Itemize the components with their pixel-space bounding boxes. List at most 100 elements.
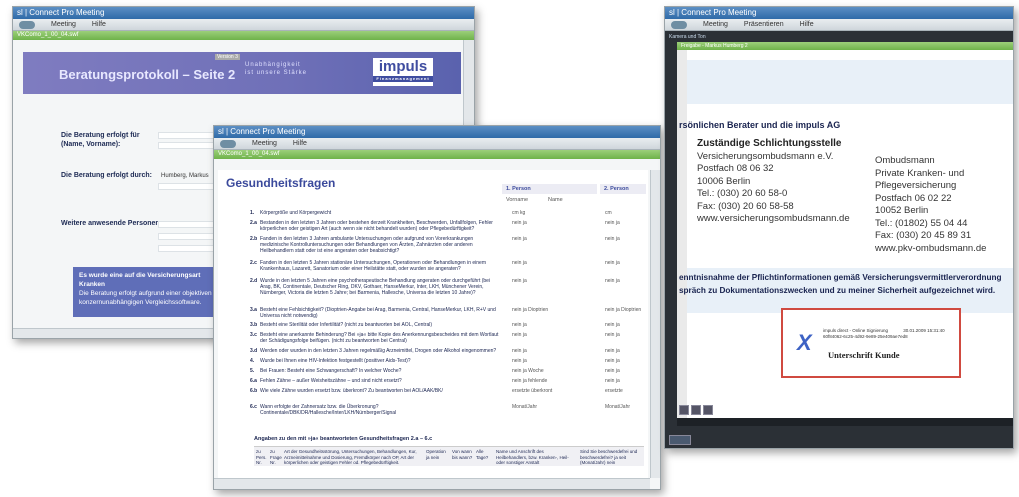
question-number: 4.: [250, 358, 255, 364]
question-text: Fanden in den letzten 5 Jahren stationär…: [260, 260, 486, 272]
answer-person1[interactable]: nein ja: [512, 278, 527, 284]
tagline-line2: ist unsere Stärke: [245, 70, 308, 76]
signature-x-icon: X: [797, 330, 812, 355]
menu-help[interactable]: Hilfe: [800, 21, 814, 28]
answer-person2[interactable]: nein ja: [605, 260, 620, 266]
answer-person1[interactable]: ersetzte überkront: [512, 388, 552, 394]
connect-logo-icon: [671, 20, 687, 29]
question-text: Fehlen Zähne – außer Weisheitszähne – un…: [260, 378, 402, 384]
question-number: 6.b: [250, 388, 258, 394]
schlichtungsstelle-address: Zuständige Schlichtungsstelle Versicheru…: [697, 138, 850, 226]
answer-person2[interactable]: nein ja: [605, 236, 620, 242]
answer-person1[interactable]: Monat/Jahr: [512, 404, 537, 410]
label-beratung-fuer: Die Beratung erfolgt für (Name, Vorname)…: [61, 132, 140, 148]
answer-person1[interactable]: nein ja Woche: [512, 368, 544, 374]
signature-date: 30.01.2009 15:31:40: [903, 328, 945, 333]
answer-person1[interactable]: nein ja: [512, 236, 527, 242]
question-number: 2.a: [250, 220, 257, 226]
menu-meeting[interactable]: Meeting: [252, 140, 277, 147]
signature-id: 60f84062-6c25-4d92-9e89-25e409ae7ed8: [823, 334, 908, 339]
question-text: Besteht eine Fehlsichtigkeit? (Dioptrien…: [260, 307, 496, 319]
question-number: 6.a: [250, 378, 257, 384]
question-number: 3.b: [250, 322, 258, 328]
answer-person2[interactable]: nein ja: [605, 368, 620, 374]
address-line: Fax: (030) 20 45 89 31: [875, 230, 972, 241]
pod-controls: [679, 405, 713, 415]
question-text: Wurde in den letzten 5 Jahren eine psych…: [260, 278, 491, 296]
question-text: Bei Frauen: Besteht eine Schwangerschaft…: [260, 368, 402, 374]
window-title: sl | Connect Pro Meeting: [665, 7, 1013, 19]
camera-pod-tab[interactable]: Kamera und Ton: [669, 34, 706, 40]
ombudsmann-address: Ombudsmann Private Kranken- und Pflegeve…: [875, 155, 986, 255]
person1-header: 1. Person: [502, 184, 597, 194]
address-line: Private Kranken- und: [875, 167, 965, 179]
answer-person2[interactable]: ersetzte: [605, 388, 623, 394]
impuls-logo: impuls Finanzmanagement: [373, 58, 433, 86]
berater-name: Humberg, Markus: [161, 173, 209, 179]
answer-person1[interactable]: nein ja: [512, 220, 527, 226]
header-band: [677, 60, 1013, 104]
signature-meta: impuls direct - Online Signierung 30.01.…: [823, 328, 945, 340]
answer-person2[interactable]: nein ja: [605, 220, 620, 226]
answer-person2[interactable]: nein ja: [605, 348, 620, 354]
answer-person2[interactable]: nein ja: [605, 358, 620, 364]
answer-person1[interactable]: nein ja: [512, 348, 527, 354]
answer-person2[interactable]: Monat/Jahr: [605, 404, 630, 410]
meeting-window-gesundheitsfragen: sl | Connect Pro Meeting Meeting Hilfe V…: [213, 125, 661, 490]
answer-person1[interactable]: nein ja Dioptrien: [512, 307, 548, 313]
meeting-window-signatur: sl | Connect Pro Meeting Meeting Präsent…: [664, 6, 1014, 449]
address-line: www.versicherungsombudsmann.de: [697, 213, 850, 224]
sync-button[interactable]: [691, 405, 701, 415]
col-beschwerdefrei: Sind Sie beschwerdefrei und beschwerdefr…: [580, 449, 638, 465]
note-line2: Die Beratung erfolgt aufgrund einer obje…: [79, 290, 212, 297]
pod-tab[interactable]: VKComo_1_00_04.swf: [13, 31, 474, 40]
menu-help[interactable]: Hilfe: [293, 140, 307, 147]
col-operation: Operation ja nein: [426, 449, 446, 460]
share-pod-tab[interactable]: Freigabe - Markus Humberg 2: [677, 42, 1013, 50]
menu-meeting[interactable]: Meeting: [51, 21, 76, 28]
menu-meeting[interactable]: Meeting: [703, 21, 728, 28]
info-note: Es wurde eine auf die Versicherungsart K…: [73, 267, 233, 317]
menu-bar: Meeting Hilfe: [13, 19, 474, 31]
answer-person1[interactable]: nein ja fehlende: [512, 378, 547, 384]
details-table-header: zu Pers. Nr. zu Frage Nr. Art der Gesund…: [254, 446, 644, 466]
note-line3: konzernunabhängigen Vergleichssoftware.: [79, 299, 202, 306]
menu-help[interactable]: Hilfe: [92, 21, 106, 28]
menu-present[interactable]: Präsentieren: [744, 21, 784, 28]
layout-button[interactable]: [669, 435, 691, 445]
page-title: Gesundheitsfragen: [226, 176, 336, 190]
pod-tab[interactable]: VKComo_1_00_04.swf: [214, 150, 660, 159]
answer-person2[interactable]: nein ja: [605, 322, 620, 328]
horizontal-scrollbar[interactable]: [214, 478, 650, 489]
stop-share-button[interactable]: [703, 405, 713, 415]
address-line: Fax: (030) 20 60 58-58: [697, 200, 794, 212]
answer-person1[interactable]: nein ja: [512, 260, 527, 266]
question-text: Körpergröße und Körpergewicht: [260, 210, 332, 216]
address-line: Ombudsmann: [875, 155, 935, 166]
page-title: Beratungsprotokoll – Seite 2: [59, 67, 236, 82]
answer-person2[interactable]: nein ja: [605, 378, 620, 384]
signature-label: Unterschrift Kunde: [828, 350, 900, 360]
answer-person2[interactable]: cm: [605, 210, 612, 216]
answer-person1[interactable]: cm kg: [512, 210, 525, 216]
signature-box[interactable]: X impuls direct - Online Signierung 30.0…: [781, 308, 961, 378]
section-heading: rsönlichen Berater und die impuls AG: [679, 120, 841, 130]
vertical-scrollbar[interactable]: [650, 170, 660, 478]
answer-person1[interactable]: nein ja: [512, 332, 527, 338]
connect-logo-icon: [220, 139, 236, 148]
answer-person2[interactable]: nein ja: [605, 278, 620, 284]
form-content: Gesundheitsfragen 1. Person 2. Person Vo…: [218, 170, 648, 478]
address-line: 10006 Berlin: [697, 175, 751, 187]
version-label: Version 3: [215, 54, 240, 60]
answer-person1[interactable]: nein ja: [512, 358, 527, 364]
answer-person1[interactable]: nein ja: [512, 322, 527, 328]
question-number: 2.d: [250, 278, 258, 284]
address-line: Postfach 06 02 22: [875, 192, 952, 204]
answer-person2[interactable]: nein ja: [605, 332, 620, 338]
menu-bar: Meeting Hilfe: [214, 138, 660, 150]
fullscreen-button[interactable]: [679, 405, 689, 415]
col-alle-tage: Alle Tage?: [476, 449, 489, 460]
answer-person2[interactable]: nein ja Dioptrien: [605, 307, 641, 313]
logo-subtext: Finanzmanagement: [373, 76, 433, 82]
question-text: Fanden in den letzten 3 Jahren ambulante…: [260, 236, 474, 254]
